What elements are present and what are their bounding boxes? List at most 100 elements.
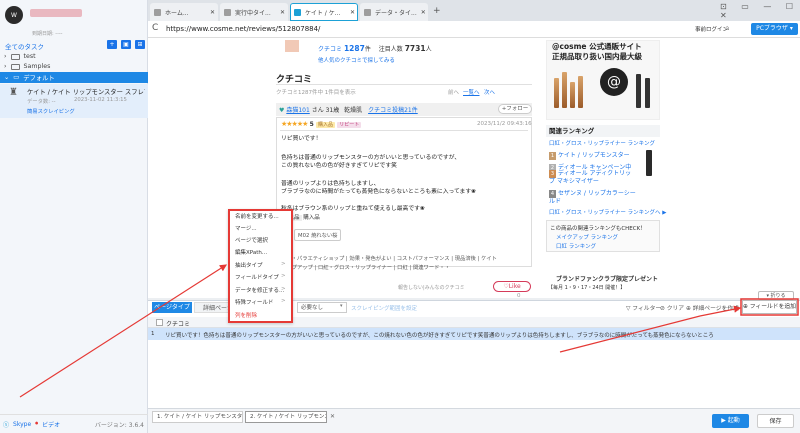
tree-label: test <box>23 53 36 60</box>
saved-label: 注目人数 <box>378 46 403 53</box>
brand-sub: 【毎月 1・9・17・24日 開催！】 <box>548 285 626 291</box>
version-text: バージョン: 3.6.4 <box>94 421 144 429</box>
close-icon[interactable]: ✕ <box>280 9 285 16</box>
chevron-right-icon: > <box>281 261 286 267</box>
create-detail-button[interactable]: ⊕ 詳細ページを作成 <box>686 303 740 312</box>
review-line: リピ買いです！ <box>281 136 322 142</box>
rank-row[interactable]: 4 セザンヌ / リップカラーシールド <box>549 190 637 205</box>
menu-item-modify-data[interactable]: データを修正する... <box>235 286 284 294</box>
kuchikomi-label[interactable]: クチコミ <box>318 46 342 53</box>
url-input[interactable]: https://www.cosme.net/reviews/512807884/ <box>166 23 728 35</box>
menu-item-field-type[interactable]: フィールドタイプ <box>235 273 279 281</box>
tab-page-type[interactable]: ページタイプ <box>152 302 192 313</box>
chevron-down-icon: ⌄ <box>4 74 10 81</box>
new-tab-button[interactable]: + <box>433 6 441 16</box>
ad-title2: 正規品取り扱い国内最大級 <box>552 52 642 61</box>
column-header[interactable]: クチコミ <box>166 319 190 328</box>
bottom-tab-1[interactable]: 1. ケイト / ケイト リップモンスタ... <box>152 411 243 423</box>
video-link[interactable]: ビデオ <box>42 420 60 429</box>
bottom-tab-2[interactable]: 2. ケイト / ケイト リップモンスタ... <box>245 411 327 423</box>
ranking-header: 関連ランキング <box>546 125 660 137</box>
menu-item-select-page[interactable]: ページで選択 <box>235 236 268 244</box>
tag[interactable]: 口紅 <box>397 265 408 271</box>
menu-item-delete-column[interactable]: 列を削除 <box>235 311 257 319</box>
task-date: 2023-11-02 11:3:15 <box>74 97 127 103</box>
reload-icon[interactable]: C <box>152 23 158 33</box>
reviewer-name[interactable]: 森猫101 <box>286 107 309 114</box>
grid-view-button[interactable]: ⊞ <box>135 40 145 49</box>
import-task-button[interactable]: ▣ <box>121 40 131 49</box>
tab-label: 実行中タイ... <box>235 9 271 17</box>
collapse-button[interactable]: ▾ 折りる <box>758 291 794 300</box>
checkbox[interactable] <box>156 319 163 326</box>
review-line: 秋冬はブラウン系のリップと重ねて使えるし最高です❀ <box>281 206 425 212</box>
nav-next[interactable]: 次へ <box>484 88 495 96</box>
saved-count: 7731 <box>404 44 426 53</box>
color-tag[interactable]: M02 焼れない桜 <box>294 229 342 241</box>
save-button[interactable]: 保存 <box>757 414 794 428</box>
repeat-badge: リピート <box>337 122 362 128</box>
close-icon[interactable]: ✕ <box>421 9 426 16</box>
related-link[interactable]: 口紅 ランキング <box>556 242 596 250</box>
chevron-right-icon: > <box>281 286 286 292</box>
nav-prev[interactable]: 前へ <box>448 88 459 96</box>
start-button[interactable]: ▶ 起動 <box>712 414 749 428</box>
ranking-category[interactable]: 口紅・グロス・リップライナー ランキング <box>549 139 655 147</box>
top-note[interactable]: 他人気のクチコミで探してみる <box>318 56 395 64</box>
menu-item-merge[interactable]: マージ... <box>235 224 257 232</box>
tag[interactable]: 現品済後 <box>455 256 476 262</box>
tag[interactable]: 関連ワード・・ <box>413 265 450 271</box>
tab-data[interactable]: データ・タイ... ✕ <box>360 3 428 21</box>
related-link[interactable]: メイクアップ ランキング <box>556 233 618 241</box>
review-rating: ★★★★★ 5 購入品 リピート <box>281 120 362 128</box>
tree-item-test[interactable]: › test <box>4 53 36 60</box>
clear-button[interactable]: ⊘ クリア <box>660 303 684 312</box>
rank-row[interactable]: 3 ディオール アディクトリップ マキシマイザー <box>549 170 637 185</box>
menu-item-extract-type[interactable]: 抽出タイプ <box>235 261 263 269</box>
tree-item-default[interactable]: ⌄ ▭ デフォルト <box>0 72 148 83</box>
chevron-right-icon: › <box>4 63 7 70</box>
add-field-button[interactable]: ⊕ フィールドを追加 <box>742 300 797 314</box>
window-controls[interactable]: ⊡ ▭ — ☐ ✕ <box>720 2 800 20</box>
close-icon[interactable]: ✕ <box>330 413 335 420</box>
kuchikomi-count: 1287 <box>343 44 365 53</box>
all-tasks-title[interactable]: 全てのタスク <box>5 41 44 51</box>
follow-button[interactable]: +フォロー <box>498 104 532 114</box>
tag[interactable]: 口紅・グロス・リップライナー <box>318 265 392 271</box>
rank-row[interactable]: 1 ケイト / リップモンスター <box>549 150 630 160</box>
new-task-button[interactable]: + <box>107 40 117 49</box>
nav-list[interactable]: 一覧へ <box>463 88 480 96</box>
task-robot-icon: ♜ <box>9 87 18 98</box>
tag[interactable]: ケイト <box>481 256 497 262</box>
section-sub: クチコミ1287件中 1件目を表示 <box>276 90 356 96</box>
filter-button[interactable]: ▽ フィルター <box>626 303 661 312</box>
scrape-range-link[interactable]: スクレイピング範囲を設定 <box>351 304 417 312</box>
like-button[interactable]: ♡Like <box>493 281 531 292</box>
menu-item-special-field[interactable]: 特殊フィールド <box>235 298 273 306</box>
cosme-logo-icon: @ <box>600 68 628 96</box>
tag[interactable]: コストパフォーマンス <box>397 256 450 262</box>
skype-link[interactable]: Skype <box>13 421 31 428</box>
report-links[interactable]: 報告しない|みんなのクチコミ <box>398 284 465 291</box>
tab-running[interactable]: 実行中タイ... ✕ <box>220 3 288 21</box>
rank-label: ディオール アディクトリップ マキシマイザー <box>549 170 632 185</box>
ranking-link[interactable]: 口紅・グロス・リップライナー ランキングへ ▶ <box>549 208 666 216</box>
pre-login-button[interactable]: 事前ログイン <box>695 25 728 33</box>
close-icon[interactable]: ✕ <box>210 9 215 16</box>
kuchikomi-unit: 件 <box>364 46 371 53</box>
heart-icon: ♥ <box>279 107 285 114</box>
pc-browser-button[interactable]: PCブラウザ ▾ <box>751 23 798 35</box>
row-cell[interactable]: リピ買いです！色持ちは普通のリップモンスターの方がいいと思っているのですが、この… <box>165 331 797 339</box>
reviewer-reviews[interactable]: クチコミ投稿21件 <box>368 107 418 114</box>
close-icon[interactable]: ✕ <box>350 9 355 16</box>
tab-kate[interactable]: ケイト / ケ... ✕ <box>290 3 358 21</box>
menu-item-edit-xpath[interactable]: 編集XPath... <box>235 248 267 256</box>
divider <box>276 84 532 85</box>
tree-item-samples[interactable]: › Samples <box>4 63 50 70</box>
tag[interactable]: 効果・発色がよい <box>349 256 391 262</box>
folder-icon <box>10 53 20 60</box>
menu-item-rename[interactable]: 名前を変更する... <box>235 212 279 220</box>
tab-home[interactable]: ホーム... ✕ <box>150 3 218 21</box>
skype-icon: ⓢ <box>3 421 10 429</box>
tree-label: Samples <box>23 63 51 70</box>
